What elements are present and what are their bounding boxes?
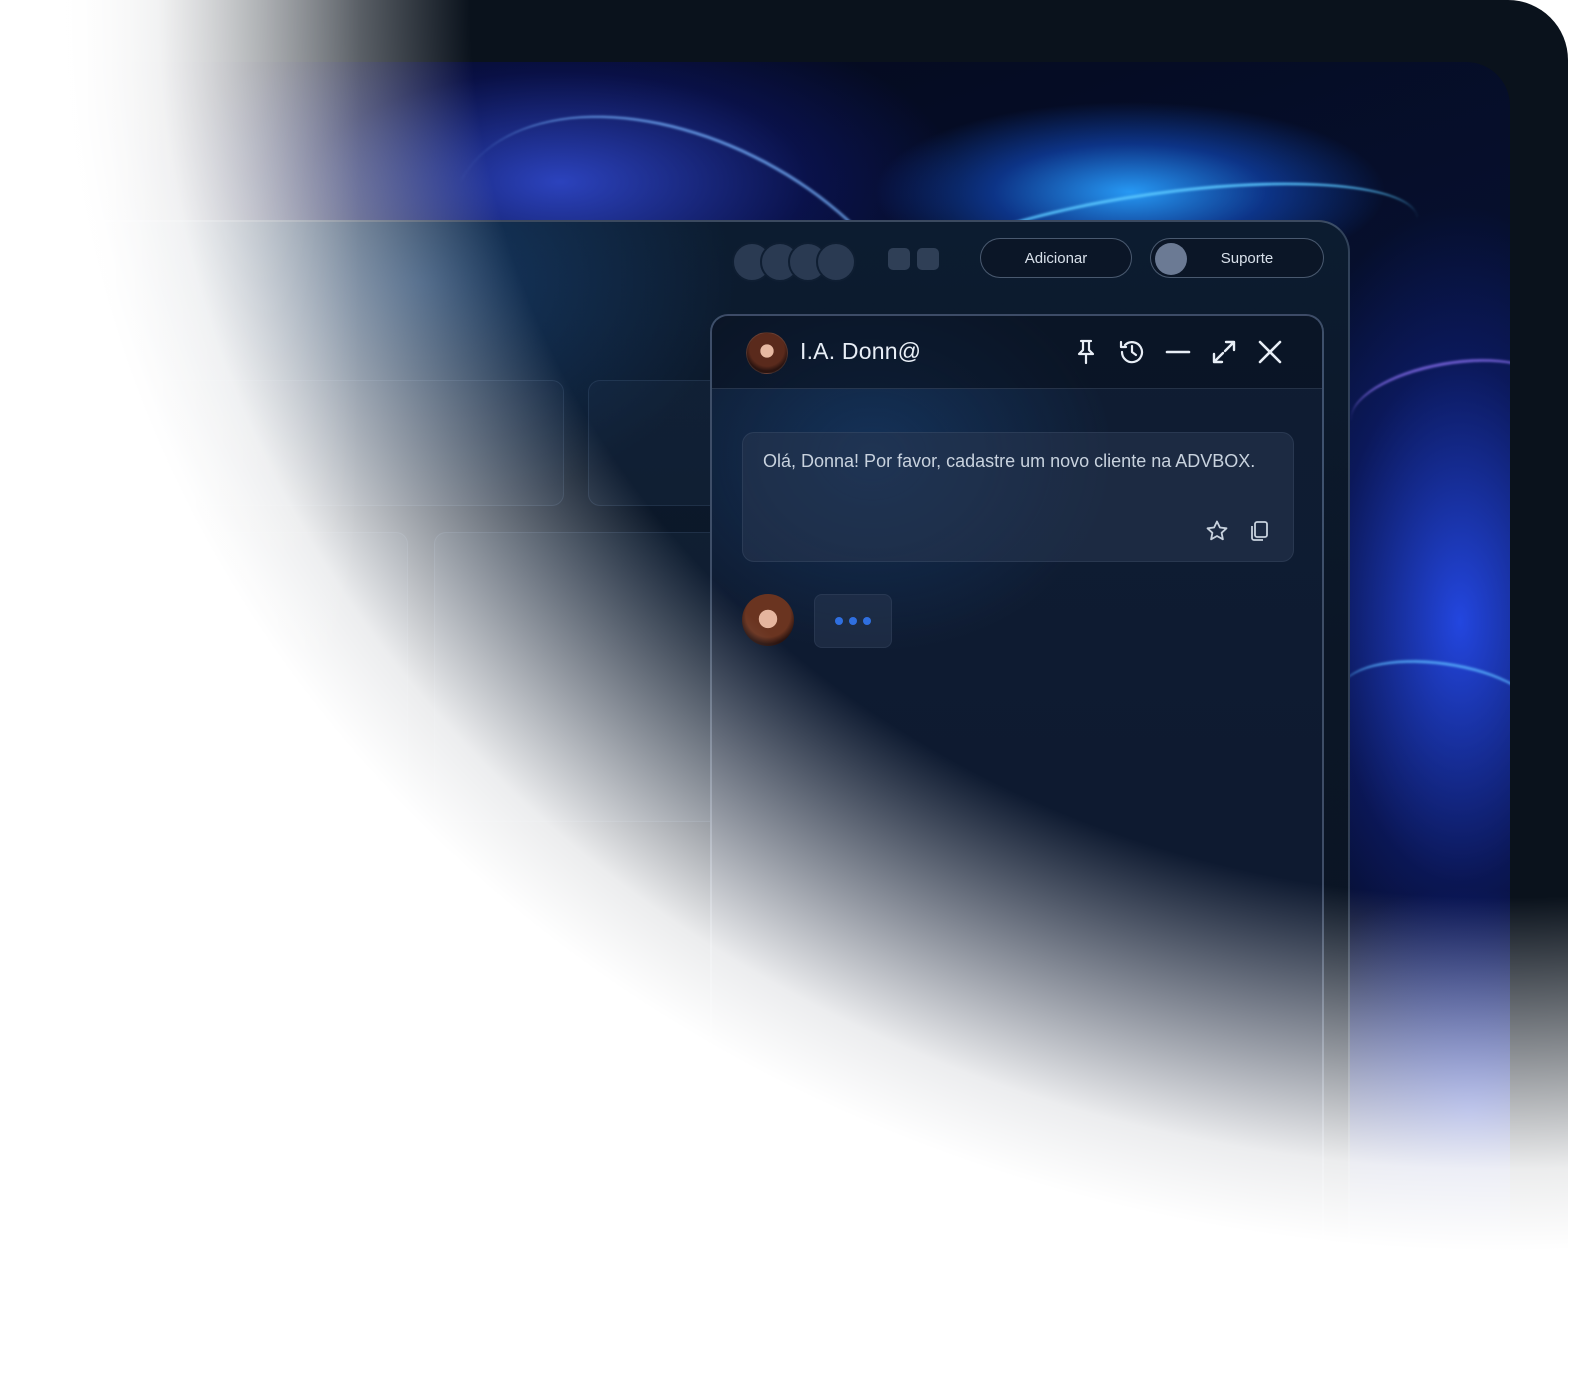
message-text: Olá, Donna! Por favor, cadastre um novo … [763, 451, 1256, 471]
history-icon[interactable] [1118, 338, 1146, 366]
chat-header: I.A. Donn@ [712, 316, 1322, 389]
wallpaper-streak [1344, 345, 1510, 462]
typing-dot [849, 617, 857, 625]
support-avatar [1155, 243, 1187, 275]
wallpaper-streak [1335, 648, 1510, 759]
placeholder-card [434, 532, 756, 822]
assistant-avatar [746, 332, 788, 374]
copy-icon[interactable] [1247, 519, 1271, 543]
add-button-label: Adicionar [1024, 249, 1088, 267]
support-button-label: Suporte [1220, 249, 1274, 267]
expand-icon[interactable] [1210, 338, 1238, 366]
user-message: Olá, Donna! Por favor, cadastre um novo … [742, 432, 1294, 562]
assistant-avatar [742, 594, 794, 646]
typing-dot [835, 617, 843, 625]
typing-indicator [814, 594, 892, 648]
typing-dot [863, 617, 871, 625]
toolbar-square-icon[interactable] [917, 248, 939, 270]
placeholder-card [156, 380, 564, 506]
pin-icon[interactable] [1072, 338, 1100, 366]
ai-chat-window: I.A. Donn@ Olá, Donna! Por favor, cadast… [710, 314, 1324, 1334]
minimize-icon[interactable] [1164, 338, 1192, 366]
add-button[interactable]: Adicionar [980, 238, 1132, 278]
chat-title: I.A. Donn@ [800, 338, 922, 364]
placeholder-card [0, 532, 408, 822]
avatar[interactable] [816, 242, 856, 282]
support-button[interactable]: Suporte [1150, 238, 1324, 278]
divider [0, 1036, 720, 1037]
close-icon[interactable] [1256, 338, 1284, 366]
toolbar-square-icon[interactable] [888, 248, 910, 270]
star-icon[interactable] [1205, 519, 1229, 543]
stage: Adicionar Suporte I.A. Donn@ Olá, Donna!… [0, 0, 1580, 1396]
